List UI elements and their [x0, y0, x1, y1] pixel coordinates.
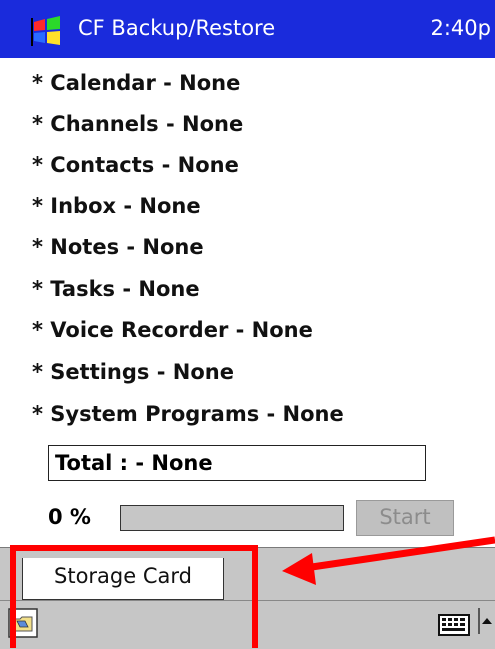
list-item-contacts: * Contacts - None [32, 153, 239, 177]
progress-bar [120, 505, 344, 531]
chevron-up-icon[interactable] [478, 606, 492, 636]
list-item-calendar: * Calendar - None [32, 71, 241, 95]
app-title: CF Backup/Restore [78, 16, 276, 40]
total-box: Total : - None [48, 445, 426, 481]
keyboard-icon[interactable] [438, 614, 470, 636]
folder-icon[interactable] [8, 608, 38, 638]
list-item-settings: * Settings - None [32, 360, 234, 384]
clock[interactable]: 2:40p [431, 13, 492, 43]
title-bar: CF Backup/Restore 2:40p [0, 0, 495, 58]
progress-percent-label: 0 % [48, 505, 91, 529]
total-label: Total : - None [55, 451, 213, 475]
tab-storage-card[interactable]: Storage Card [22, 558, 224, 600]
list-item-channels: * Channels - None [32, 112, 244, 136]
start-button[interactable]: Start [356, 500, 454, 536]
windows-flag-icon[interactable] [30, 14, 64, 48]
list-item-voice-recorder: * Voice Recorder - None [32, 318, 313, 342]
list-item-notes: * Notes - None [32, 235, 204, 259]
list-item-system-programs: * System Programs - None [32, 402, 344, 426]
list-item-tasks: * Tasks - None [32, 277, 200, 301]
command-bar [0, 600, 495, 649]
list-item-inbox: * Inbox - None [32, 194, 201, 218]
